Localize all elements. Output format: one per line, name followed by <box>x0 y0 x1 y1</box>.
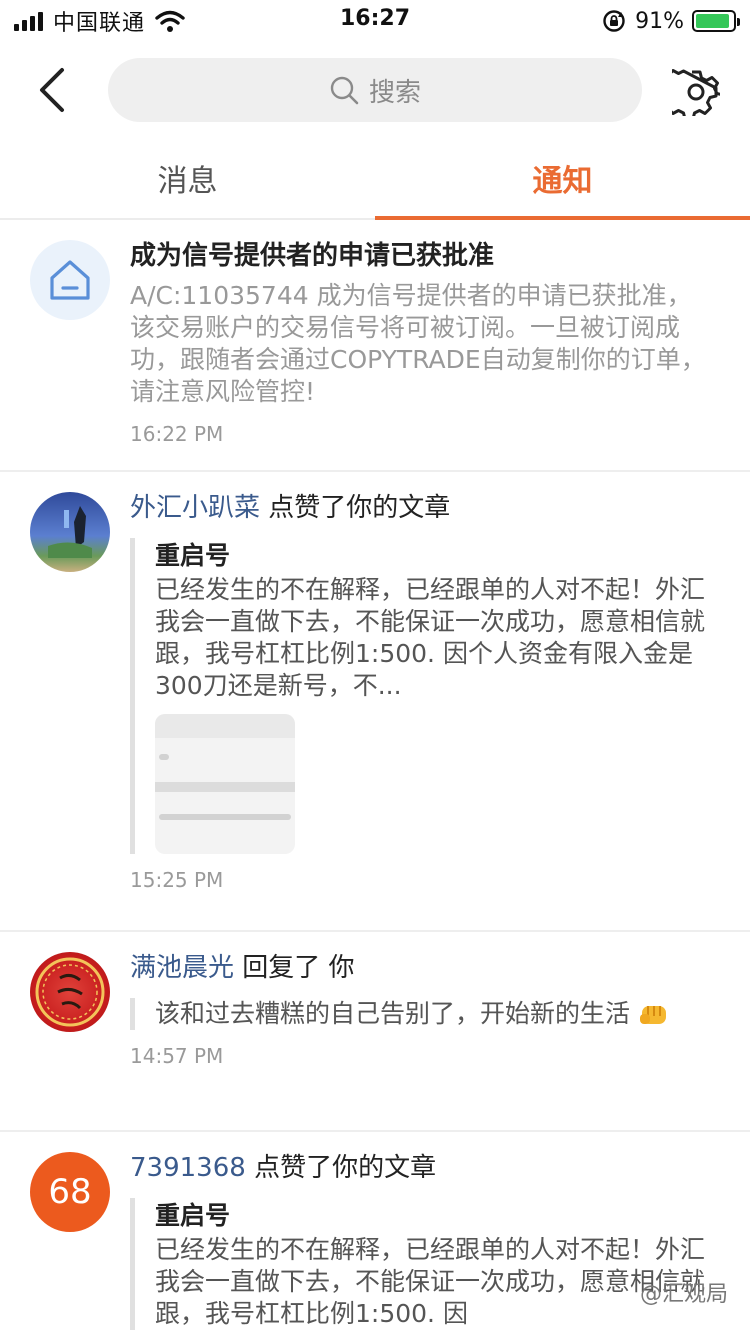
activity-line: 7391368 点赞了你的文章 <box>130 1150 710 1186</box>
article-quote[interactable]: 重启号 已经发生的不在解释，已经跟单的人对不起！外汇我会一直做下去，不能保证一次… <box>130 538 710 854</box>
notice-description: A/C:11035744 成为信号提供者的申请已获批准，该交易账户的交易信号将可… <box>130 281 706 406</box>
timestamp: 16:22 PM <box>130 422 224 446</box>
list-item[interactable]: 满池晨光 回复了 你 该和过去糟糕的自己告别了，开始新的生活 14:57 PM <box>0 932 750 1132</box>
avatar[interactable] <box>30 492 110 572</box>
article-excerpt: 已经发生的不在解释，已经跟单的人对不起！外汇我会一直做下去，不能保证一次成功，愿… <box>155 575 706 700</box>
reply-quote[interactable]: 该和过去糟糕的自己告别了，开始新的生活 <box>130 998 710 1030</box>
tab-bar: 消息 通知 <box>0 136 750 220</box>
avatar[interactable]: 68 <box>30 1152 110 1232</box>
username-link[interactable]: 满池晨光 <box>130 953 234 983</box>
home-icon <box>50 260 90 300</box>
article-excerpt: 已经发生的不在解释，已经跟单的人对不起！外汇我会一直做下去，不能保证一次成功，愿… <box>155 1235 706 1328</box>
article-quote[interactable]: 重启号 已经发生的不在解释，已经跟单的人对不起！外汇我会一直做下去，不能保证一次… <box>130 1198 710 1330</box>
watermark: @汇观局 <box>640 1282 729 1307</box>
battery-icon <box>692 10 740 32</box>
fist-emoji-icon <box>639 1006 666 1024</box>
tab-notifications[interactable]: 通知 <box>375 136 750 220</box>
nav-bar: 搜索 <box>0 54 750 126</box>
activity-line: 满池晨光 回复了 你 <box>130 950 710 986</box>
activity-action: 点赞了你的文章 <box>254 1153 437 1183</box>
timestamp: 15:25 PM <box>130 868 224 892</box>
avatar-initials: 68 <box>48 1172 92 1212</box>
article-thumbnail[interactable] <box>155 714 295 854</box>
activity-action: 点赞了你的文章 <box>268 493 451 523</box>
search-placeholder: 搜索 <box>368 77 421 108</box>
list-item[interactable]: 成为信号提供者的申请已获批准 A/C:11035744 成为信号提供者的申请已获… <box>0 220 750 472</box>
status-bar: 中国联通 16:27 91% <box>0 0 750 40</box>
thumbnail-header <box>155 714 295 738</box>
reply-text-content: 该和过去糟糕的自己告别了，开始新的生活 <box>155 999 631 1028</box>
article-title: 重启号 <box>155 541 231 570</box>
timestamp: 14:57 PM <box>130 1044 224 1068</box>
back-icon[interactable] <box>30 64 78 116</box>
avatar <box>30 240 110 320</box>
avatar-image <box>35 957 105 1027</box>
avatar-image <box>48 506 92 558</box>
notification-list: 成为信号提供者的申请已获批准 A/C:11035744 成为信号提供者的申请已获… <box>0 220 750 1334</box>
search-icon <box>330 76 359 105</box>
activity-line: 外汇小趴菜 点赞了你的文章 <box>130 490 710 526</box>
tab-messages[interactable]: 消息 <box>0 136 375 220</box>
status-right: 91% <box>601 6 740 36</box>
thumbnail-text-line <box>159 814 291 820</box>
search-bar[interactable]: 搜索 <box>108 58 642 122</box>
reply-text: 该和过去糟糕的自己告别了，开始新的生活 <box>155 998 710 1030</box>
article-title: 重启号 <box>155 1201 231 1230</box>
username-link[interactable]: 7391368 <box>130 1153 246 1183</box>
avatar[interactable] <box>30 952 110 1032</box>
list-item[interactable]: 68 7391368 点赞了你的文章 重启号 已经发生的不在解释，已经跟单的人对… <box>0 1132 750 1334</box>
rotation-lock-icon <box>603 10 625 32</box>
list-item[interactable]: 外汇小趴菜 点赞了你的文章 重启号 已经发生的不在解释，已经跟单的人对不起！外汇… <box>0 472 750 932</box>
notice-title: 成为信号提供者的申请已获批准 <box>130 241 495 271</box>
username-link[interactable]: 外汇小趴菜 <box>130 493 260 523</box>
thumbnail-divider <box>155 782 295 792</box>
gear-icon[interactable] <box>672 68 720 116</box>
battery-percent: 91% <box>635 8 684 34</box>
activity-action: 回复了 你 <box>242 953 355 983</box>
thumbnail-text-line <box>159 754 169 760</box>
battery-fill <box>696 14 729 28</box>
